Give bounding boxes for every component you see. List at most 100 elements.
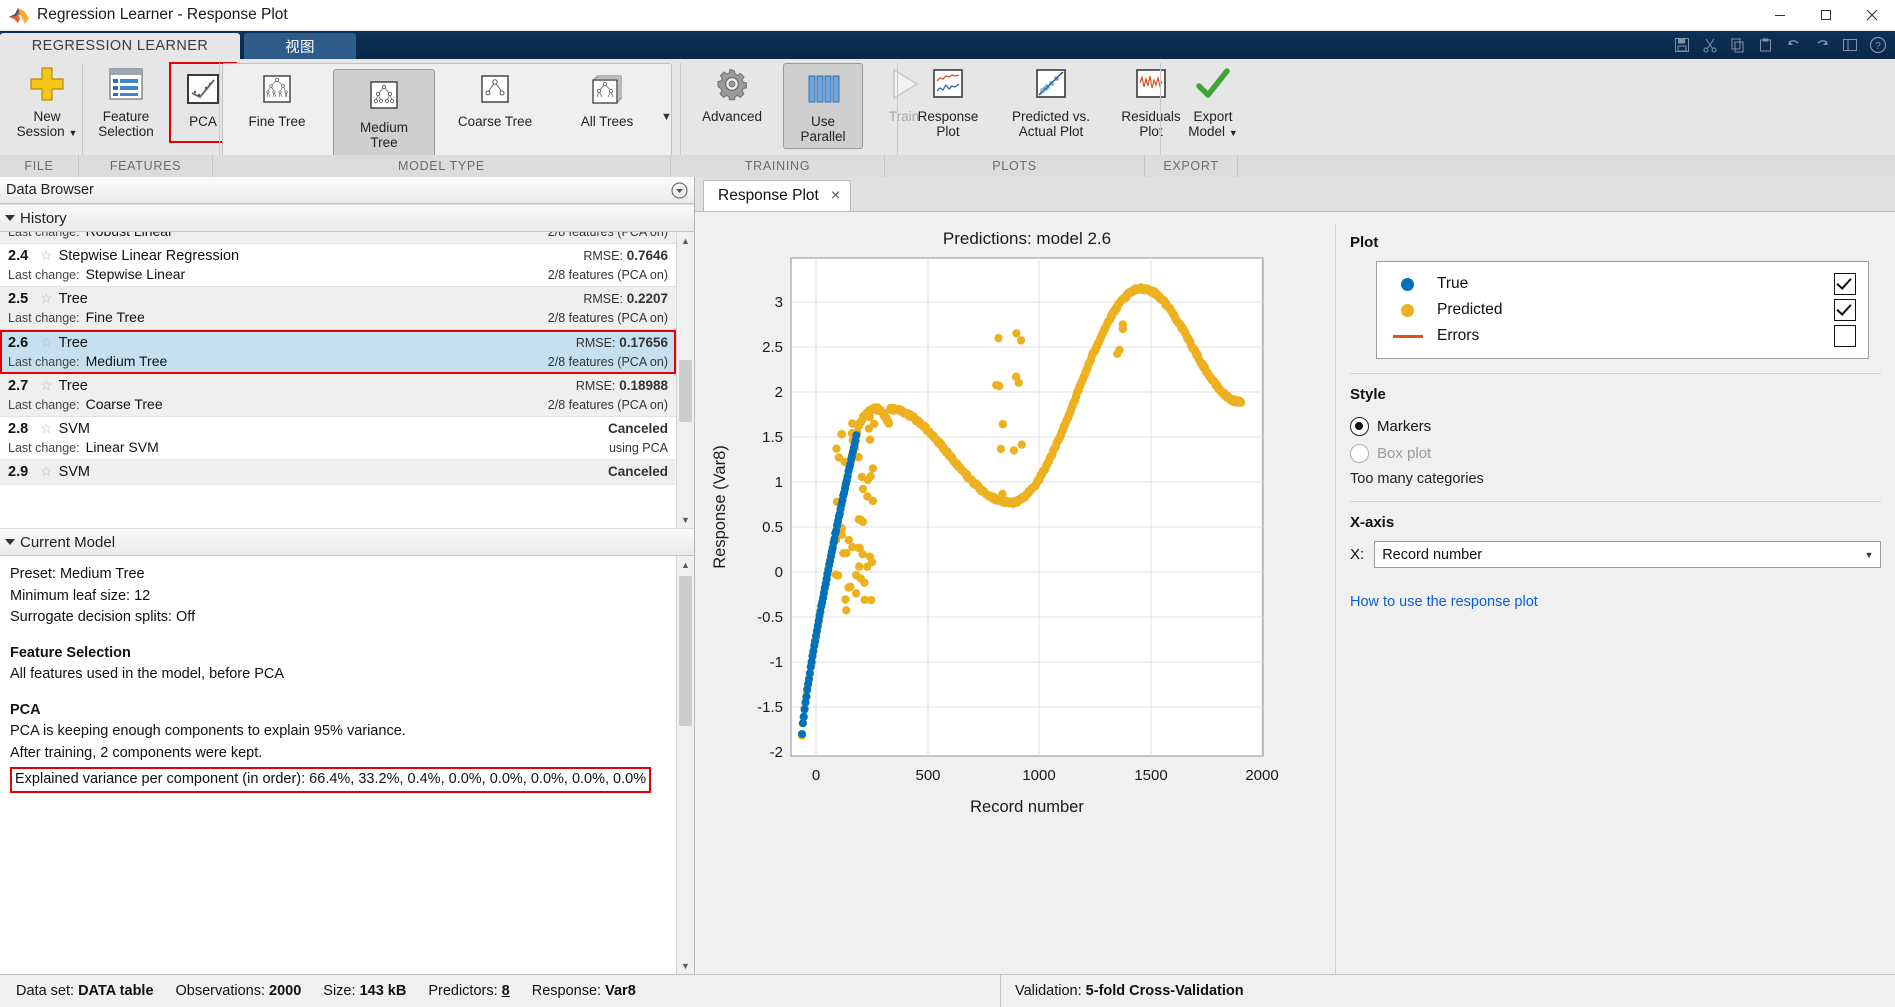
svg-text:2.5: 2.5 (762, 339, 783, 356)
history-metric-label-2-5: RMSE: (583, 292, 623, 306)
tab-view[interactable]: 视图 (244, 33, 356, 59)
status-predictors-label: Predictors: (428, 983, 497, 999)
medium-tree-button[interactable]: Medium Tree (333, 69, 435, 165)
history-metric-value-2-4: 0.7646 (627, 248, 668, 263)
feature-selection-text: All features used in the model, before P… (10, 664, 684, 686)
collapse-panel-icon[interactable] (671, 182, 688, 199)
scroll-down-icon[interactable]: ▼ (677, 511, 694, 528)
copy-icon[interactable] (1727, 34, 1749, 56)
legend-row-true[interactable]: True (1393, 271, 1856, 297)
new-session-dropdown-icon[interactable]: ▼ (68, 128, 77, 138)
history-row-2-4[interactable]: 2.4 ☆ Stepwise Linear Regression RMSE: 0… (0, 244, 676, 287)
status-validation-value: 5-fold Cross-Validation (1086, 983, 1244, 999)
svg-text:-1: -1 (770, 654, 783, 671)
legend-checkbox-predicted[interactable] (1834, 299, 1856, 321)
export-model-dropdown-icon[interactable]: ▼ (1229, 128, 1238, 138)
svg-text:3: 3 (775, 294, 783, 311)
svg-text:1.5: 1.5 (762, 429, 783, 446)
window-title: Regression Learner - Response Plot (37, 6, 288, 24)
legend-checkbox-true[interactable] (1834, 273, 1856, 295)
history-name-2-8: SVM (59, 421, 90, 437)
history-row-2-6[interactable]: 2.6 ☆ Tree RMSE: 0.17656 Last change: Me… (0, 330, 676, 374)
favorite-star-icon[interactable]: ☆ (40, 420, 53, 437)
history-row-partial[interactable]: Last change: Robust Linear 2/8 features … (0, 232, 676, 244)
boxplot-radio-icon[interactable] (1350, 444, 1369, 463)
layout-icon[interactable] (1839, 34, 1861, 56)
chevron-down-icon[interactable]: ▼ (1860, 543, 1878, 566)
markers-radio-icon[interactable] (1350, 417, 1369, 436)
close-button[interactable] (1849, 0, 1895, 30)
use-parallel-label: Use Parallel (800, 114, 845, 144)
document-tab-response-plot[interactable]: Response Plot × (703, 180, 851, 211)
history-row-2-9[interactable]: 2.9 ☆ SVM Canceled (0, 460, 676, 485)
style-option-markers[interactable]: Markers (1350, 413, 1881, 440)
use-parallel-button[interactable]: Use Parallel (783, 63, 863, 149)
help-link[interactable]: How to use the response plot (1350, 594, 1538, 610)
data-browser-title: Data Browser (6, 182, 94, 198)
history-num-2-8: 2.8 (8, 421, 38, 437)
scroll-down-icon[interactable]: ▼ (677, 957, 694, 974)
history-section-header[interactable]: History (0, 204, 694, 232)
response-plot-svg[interactable]: Predictions: model 2.6 (699, 214, 1339, 834)
history-row-2-7[interactable]: 2.7 ☆ Tree RMSE: 0.18988 Last change: Co… (0, 374, 676, 417)
history-row-2-8[interactable]: 2.8 ☆ SVM Canceled Last change: Linear S… (0, 417, 676, 460)
all-trees-icon (590, 68, 624, 110)
style-option-boxplot[interactable]: Box plot (1350, 440, 1881, 467)
cut-icon[interactable] (1699, 34, 1721, 56)
maximize-button[interactable] (1803, 0, 1849, 30)
scroll-up-icon[interactable]: ▲ (677, 556, 694, 573)
help-icon[interactable]: ? (1867, 34, 1889, 56)
undo-icon[interactable] (1783, 34, 1805, 56)
chevron-down-icon: ▼ (661, 111, 672, 123)
xaxis-select[interactable]: Record number ▼ (1374, 541, 1881, 568)
history-metric-value-2-5: 0.2207 (627, 291, 668, 306)
history-scroll-thumb[interactable] (679, 360, 692, 422)
export-model-line2: Model (1188, 124, 1225, 139)
feature-selection-line2: Selection (98, 124, 154, 139)
export-model-line1: Export (1193, 109, 1232, 124)
current-model-scroll-thumb[interactable] (679, 576, 692, 726)
legend-checkbox-errors[interactable] (1834, 325, 1856, 347)
favorite-star-icon[interactable]: ☆ (40, 377, 53, 394)
history-features-2-7: 2/8 features (PCA on) (548, 398, 668, 412)
history-lastchange-label-2-7: Last change: (8, 398, 80, 412)
history-num-2-6: 2.6 (8, 335, 38, 351)
save-icon[interactable] (1671, 34, 1693, 56)
redo-icon[interactable] (1811, 34, 1833, 56)
tab-regression-learner[interactable]: REGRESSION LEARNER (0, 33, 240, 59)
legend-label-predicted: Predicted (1437, 301, 1834, 319)
current-model-section-header[interactable]: Current Model (0, 528, 694, 556)
history-lastchange-0: Robust Linear (86, 232, 173, 239)
status-size: Size: 143 kB (323, 983, 406, 999)
history-row-2-5[interactable]: 2.5 ☆ Tree RMSE: 0.2207 Last change: Fin… (0, 287, 676, 330)
true-marker-icon (1393, 278, 1437, 291)
history-lastchange-2-4: Stepwise Linear (86, 266, 186, 282)
favorite-star-icon[interactable]: ☆ (40, 334, 53, 351)
paste-icon[interactable] (1755, 34, 1777, 56)
scroll-up-icon[interactable]: ▲ (677, 232, 694, 249)
legend-row-errors[interactable]: Errors (1393, 323, 1856, 349)
favorite-star-icon[interactable]: ☆ (40, 463, 53, 480)
legend-row-predicted[interactable]: Predicted (1393, 297, 1856, 323)
history-title: History (20, 210, 67, 227)
current-model-scrollbar[interactable]: ▲ ▼ (676, 556, 694, 974)
coarse-tree-label: Coarse Tree (458, 114, 532, 129)
history-list[interactable]: Last change: Robust Linear 2/8 features … (0, 232, 694, 528)
close-tab-icon[interactable]: × (831, 187, 840, 205)
medium-tree-line2: Tree (370, 135, 397, 150)
status-dataset-label: Data set: (16, 983, 74, 999)
plot-heading: Plot (1350, 234, 1881, 251)
feature-selection-icon (108, 63, 144, 105)
history-name-2-5: Tree (59, 291, 88, 307)
svg-text:0.5: 0.5 (762, 519, 783, 536)
feature-selection-line1: Feature (103, 109, 150, 124)
favorite-star-icon[interactable]: ☆ (40, 290, 53, 307)
history-lastchange-label-2-5: Last change: (8, 311, 80, 325)
history-scrollbar[interactable]: ▲ ▼ (676, 232, 694, 528)
svg-text:-1.5: -1.5 (757, 699, 783, 716)
favorite-star-icon[interactable]: ☆ (40, 247, 53, 264)
response-plot-line2: Plot (936, 124, 959, 139)
response-plot-canvas[interactable]: Predictions: model 2.6 (695, 212, 1335, 974)
minimize-button[interactable] (1757, 0, 1803, 30)
svg-text:-0.5: -0.5 (757, 609, 783, 626)
